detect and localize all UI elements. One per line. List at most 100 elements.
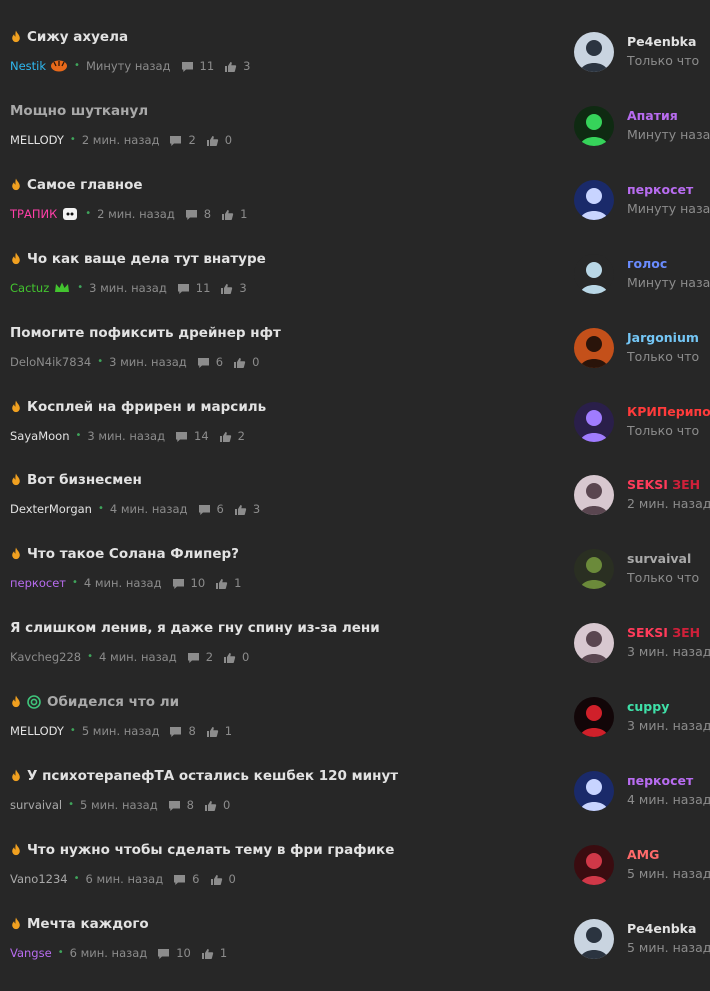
last-poster-name[interactable]: Апатия bbox=[627, 107, 678, 125]
thread-row[interactable]: Что такое Солана Флипер? перкосет • 4 мин. … bbox=[0, 517, 710, 591]
thread-row[interactable]: Я слишком ленив, я даже гну спину из-за … bbox=[0, 591, 710, 665]
thread-title[interactable]: Мощно шутканул bbox=[10, 101, 148, 121]
like-icon bbox=[210, 873, 223, 885]
thread-title-text[interactable]: Что нужно чтобы сделать тему в фри графи… bbox=[27, 840, 394, 860]
last-poster-name[interactable]: перкосет bbox=[627, 772, 693, 790]
thread-title-text[interactable]: Чо как ваще дела тут внатуре bbox=[27, 249, 266, 269]
last-poster-name[interactable]: Pe4enbka bbox=[627, 920, 696, 938]
avatar[interactable] bbox=[574, 845, 614, 885]
thread-title[interactable]: Обиделся что ли bbox=[10, 692, 179, 712]
avatar[interactable] bbox=[574, 549, 614, 589]
thread-title[interactable]: Вот бизнесмен bbox=[10, 470, 142, 490]
thread-row[interactable]: Мечта каждого Vangse • 6 мин. назад 10 1 Pe4en… bbox=[0, 887, 710, 961]
last-post-time: Минуту назад bbox=[627, 127, 710, 142]
last-poster-tag: ЗЕН bbox=[667, 477, 701, 492]
thread-title[interactable]: Что нужно чтобы сделать тему в фри графи… bbox=[10, 840, 394, 860]
avatar[interactable] bbox=[574, 402, 614, 442]
avatar[interactable] bbox=[574, 180, 614, 220]
author-link[interactable]: Vangse bbox=[10, 944, 52, 962]
thread-row[interactable]: Мощно шутканул MELLODY • 2 мин. назад 2 0 Апат… bbox=[0, 74, 710, 148]
avatar[interactable] bbox=[574, 623, 614, 663]
last-poster-username[interactable]: КРИПерипоч bbox=[627, 404, 710, 419]
avatar[interactable] bbox=[574, 697, 614, 737]
thread-title[interactable]: У психотерапефТА остались кешбек 120 мин… bbox=[10, 766, 398, 786]
thread-title-text[interactable]: У психотерапефТА остались кешбек 120 мин… bbox=[27, 766, 398, 786]
thread-title-text[interactable]: Мечта каждого bbox=[27, 914, 149, 934]
thread-time: Минуту назад bbox=[85, 59, 171, 73]
thread-row[interactable]: Что нужно чтобы сделать тему в фри графи… bbox=[0, 813, 710, 887]
thread-title-text[interactable]: Помогите пофиксить дрейнер нфт bbox=[10, 323, 281, 343]
flame-icon bbox=[10, 843, 22, 857]
thread-title-text[interactable]: Вот бизнесмен bbox=[27, 470, 142, 490]
like-icon bbox=[234, 503, 247, 515]
avatar[interactable] bbox=[574, 919, 614, 959]
author-link[interactable]: DeloN4ik7834 bbox=[10, 353, 91, 371]
avatar[interactable] bbox=[574, 254, 614, 294]
author-link[interactable]: Cactuz bbox=[10, 279, 49, 297]
reply-count: 6 bbox=[216, 502, 224, 516]
avatar[interactable] bbox=[574, 328, 614, 368]
thread-title-text[interactable]: Самое главное bbox=[27, 175, 143, 195]
thread-title-text[interactable]: Косплей на фрирен и марсиль bbox=[27, 397, 266, 417]
last-poster-name[interactable]: перкосет bbox=[627, 181, 693, 199]
last-poster-username[interactable]: SEKSI bbox=[627, 477, 668, 492]
thread-row[interactable]: Самое главное ТРАПИК • 2 мин. назад 8 1 перкос… bbox=[0, 148, 710, 222]
thread-title[interactable]: Самое главное bbox=[10, 175, 143, 195]
thread-title[interactable]: Косплей на фрирен и марсиль bbox=[10, 397, 266, 417]
author-link[interactable]: survaival bbox=[10, 796, 62, 814]
avatar[interactable] bbox=[574, 106, 614, 146]
thread-title-text[interactable]: Обиделся что ли bbox=[47, 692, 179, 712]
thread-title[interactable]: Сижу ахуела bbox=[10, 27, 128, 47]
like-count: 0 bbox=[224, 133, 233, 147]
thread-title[interactable]: Мечта каждого bbox=[10, 914, 149, 934]
author-link[interactable]: Kavcheg228 bbox=[10, 648, 81, 666]
author-link[interactable]: MELLODY bbox=[10, 722, 64, 740]
last-poster-username[interactable]: AMG bbox=[627, 847, 659, 862]
last-poster-username[interactable]: перкосет bbox=[627, 182, 693, 197]
thread-title[interactable]: Чо как ваще дела тут внатуре bbox=[10, 249, 266, 269]
author-link[interactable]: MELLODY bbox=[10, 131, 64, 149]
author-link[interactable]: Vano1234 bbox=[10, 870, 68, 888]
thread-row[interactable]: У психотерапефТА остались кешбек 120 мин… bbox=[0, 739, 710, 813]
last-poster-name[interactable]: AMG bbox=[627, 846, 659, 864]
thread-title[interactable]: Помогите пофиксить дрейнер нфт bbox=[10, 323, 281, 343]
reply-count: 6 bbox=[215, 355, 224, 369]
thread-row[interactable]: Косплей на фрирен и марсиль SayaMoon • 3 ми… bbox=[0, 370, 710, 444]
last-post-time: Минуту назад bbox=[627, 275, 710, 290]
author-link[interactable]: ТРАПИК bbox=[10, 205, 57, 223]
avatar[interactable] bbox=[574, 475, 614, 515]
last-poster-name[interactable]: Jargonium bbox=[627, 329, 699, 347]
last-poster-username[interactable]: Pe4enbka bbox=[627, 34, 696, 49]
thread-row[interactable]: Обиделся что ли MELLODY • 5 мин. назад 8 1 cup… bbox=[0, 665, 710, 739]
last-poster-username[interactable]: голос bbox=[627, 256, 667, 271]
last-poster-username[interactable]: Pe4enbka bbox=[627, 921, 696, 936]
thread-row[interactable]: Чо как ваще дела тут внатуре Cactuz • 3 мин… bbox=[0, 222, 710, 296]
last-poster-name[interactable]: SEKSI ЗЕН bbox=[627, 624, 700, 642]
avatar[interactable] bbox=[574, 32, 614, 72]
author-link[interactable]: перкосет bbox=[10, 574, 66, 592]
last-poster-username[interactable]: survaival bbox=[627, 551, 691, 566]
thread-row[interactable]: Вот бизнесмен DexterMorgan • 4 мин. назад 6 3… bbox=[0, 443, 710, 517]
thread-title[interactable]: Что такое Солана Флипер? bbox=[10, 544, 239, 564]
avatar[interactable] bbox=[574, 771, 614, 811]
last-poster-name[interactable]: cuppy bbox=[627, 698, 669, 716]
last-poster-name[interactable]: survaival bbox=[627, 550, 691, 568]
thread-title[interactable]: Я слишком ленив, я даже гну спину из-за … bbox=[10, 618, 380, 638]
last-poster-username[interactable]: перкосет bbox=[627, 773, 693, 788]
thread-title-text[interactable]: Что такое Солана Флипер? bbox=[27, 544, 239, 564]
last-poster-username[interactable]: SEKSI bbox=[627, 625, 668, 640]
last-poster-name[interactable]: Pe4enbka bbox=[627, 33, 696, 51]
thread-row[interactable]: Сижу ахуела Nestik • Минуту назад 11 3 Pe4enbk… bbox=[0, 0, 710, 74]
last-poster-name[interactable]: SEKSI ЗЕН bbox=[627, 476, 700, 494]
author-link[interactable]: DexterMorgan bbox=[10, 500, 92, 518]
last-poster-name[interactable]: КРИПерипоч bbox=[627, 403, 710, 421]
last-poster-username[interactable]: Jargonium bbox=[627, 330, 699, 345]
author-link[interactable]: Nestik bbox=[10, 57, 46, 75]
last-poster-name[interactable]: голос bbox=[627, 255, 667, 273]
thread-row[interactable]: Помогите пофиксить дрейнер нфт DeloN4ik78… bbox=[0, 296, 710, 370]
last-poster-username[interactable]: cuppy bbox=[627, 699, 669, 714]
thread-title-text[interactable]: Сижу ахуела bbox=[27, 27, 128, 47]
thread-title-text[interactable]: Я слишком ленив, я даже гну спину из-за … bbox=[10, 618, 380, 638]
last-poster-username[interactable]: Апатия bbox=[627, 108, 678, 123]
thread-title-text[interactable]: Мощно шутканул bbox=[10, 101, 148, 121]
